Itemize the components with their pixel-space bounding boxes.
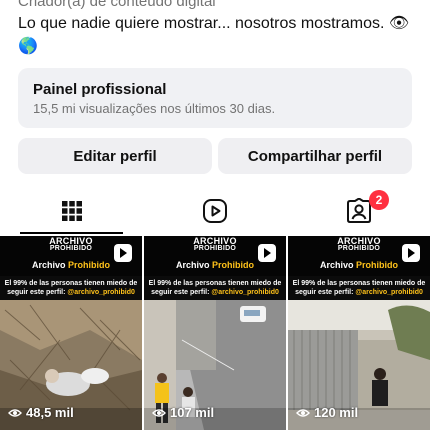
dashboard-title: Painel profissional [33, 81, 167, 98]
grid-icon [61, 201, 82, 221]
post-tile[interactable]: ARCHIVO PROHIBIDO Archivo Prohibido El 9… [288, 236, 430, 430]
profile-tabs: 2 [0, 188, 430, 234]
view-count: 120 mil [296, 405, 358, 420]
view-count: 48,5 mil [8, 405, 74, 420]
posts-grid: ARCHIVO PROHIBIDO Archivo Prohibido El 9… [0, 236, 430, 430]
tab-reels[interactable] [143, 188, 286, 234]
reel-play-icon [258, 244, 276, 262]
eye-icon [152, 408, 166, 417]
post-tile[interactable]: ARCHIVO PROHIBIDO Archivo Prohibido El 9… [144, 236, 286, 430]
eye-icon [296, 408, 310, 417]
professional-dashboard-card[interactable]: Painel profissional 15,5 mi visualizaçõe… [18, 68, 412, 128]
dashboard-subtitle: 15,5 mi visualizações nos últimos 30 dia… [33, 101, 276, 116]
tagged-icon [346, 198, 371, 223]
globe-emoji-icon: 🌎 [18, 36, 38, 55]
reels-icon [202, 199, 227, 223]
bio-text-block: Lo que nadie quiere mostrar... nosotros … [18, 12, 418, 58]
bio-text: Lo que nadie quiere mostrar... nosotros … [18, 15, 385, 32]
tagged-badge: 2 [369, 190, 389, 210]
reel-play-icon [114, 244, 132, 262]
eye-emoji-icon: 👁 [388, 13, 410, 32]
eye-icon [8, 408, 22, 417]
post-warning-text: El 99% de las personas tienen miedo de s… [288, 276, 430, 300]
profile-bio: Criador(a) de conteúdo digital Lo que na… [18, 0, 418, 58]
tab-tagged[interactable]: 2 [287, 188, 430, 234]
tab-grid[interactable] [0, 188, 143, 234]
post-warning-text: El 99% de las personas tienen miedo de s… [0, 276, 142, 300]
share-profile-button[interactable]: Compartilhar perfil [218, 138, 412, 174]
post-warning-text: El 99% de las personas tienen miedo de s… [144, 276, 286, 300]
profile-actions: Editar perfil Compartilhar perfil [18, 138, 412, 174]
view-count: 107 mil [152, 405, 214, 420]
post-tile[interactable]: ARCHIVO PROHIBIDO Archivo Prohibido El 9… [0, 236, 142, 430]
profile-category: Criador(a) de conteúdo digital [18, 0, 216, 10]
reel-play-icon [402, 244, 420, 262]
edit-profile-button[interactable]: Editar perfil [18, 138, 212, 174]
